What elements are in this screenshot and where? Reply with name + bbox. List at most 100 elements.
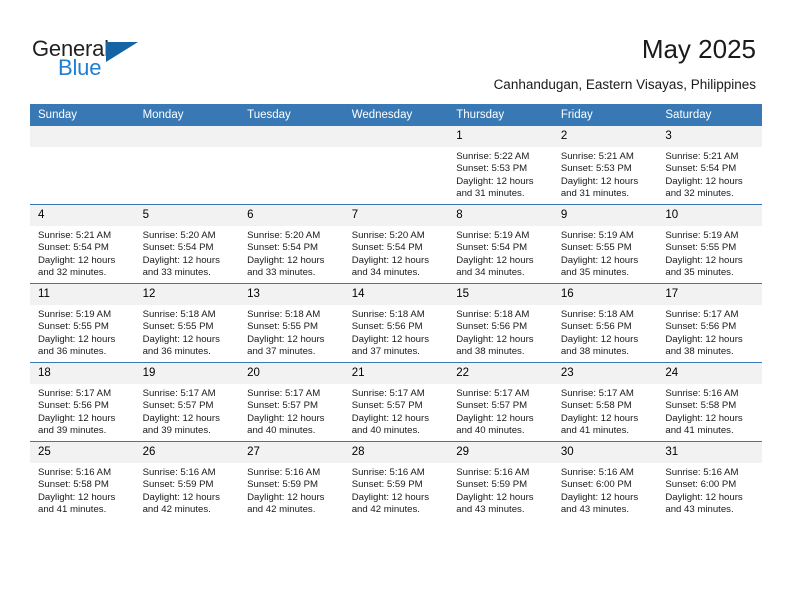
daylight-text: Daylight: 12 hours and 32 minutes. (38, 254, 116, 278)
calendar-day-cell[interactable]: 8 Sunrise: 5:19 AM Sunset: 5:54 PM Daylight… (448, 204, 553, 284)
sunset-text: Sunset: 6:00 PM (665, 479, 737, 491)
sunrise-text: Sunrise: 5:21 AM (38, 230, 112, 241)
daylight-text: Daylight: 12 hours and 35 minutes. (560, 254, 639, 278)
sunrise-text: Sunrise: 5:18 AM (247, 309, 321, 320)
day-number: 17 (657, 284, 762, 305)
sunset-text: Sunset: 5:55 PM (142, 321, 214, 333)
calendar-day-cell[interactable]: 3 Sunrise: 5:21 AM Sunset: 5:54 PM Daylight… (657, 126, 762, 205)
sunset-text: Sunset: 5:59 PM (456, 479, 528, 491)
day-sun-info: Sunrise: 5:19 AM Sunset: 5:55 PM Daylight:… (553, 226, 658, 279)
page-header: General Blue May 2025 Canhandugan, Easte… (0, 0, 792, 100)
calendar-day-cell[interactable]: 1 Sunrise: 5:22 AM Sunset: 5:53 PM Daylight… (448, 126, 553, 205)
calendar-day-cell[interactable]: 17 Sunrise: 5:17 AM Sunset: 5:56 PM Dayligh… (657, 283, 762, 363)
calendar-day-cell[interactable]: 16 Sunrise: 5:18 AM Sunset: 5:56 PM Dayligh… (552, 283, 658, 363)
calendar-day-cell-empty (134, 126, 240, 205)
calendar-day-cell[interactable]: 11 Sunrise: 5:19 AM Sunset: 5:55 PM Dayligh… (30, 283, 135, 363)
calendar-day-cell[interactable]: 15 Sunrise: 5:18 AM Sunset: 5:56 PM Dayligh… (448, 283, 553, 363)
calendar-day-cell[interactable]: 2 Sunrise: 5:21 AM Sunset: 5:53 PM Daylight… (552, 126, 658, 205)
calendar-day-cell[interactable]: 26 Sunrise: 5:16 AM Sunset: 5:59 PM Dayligh… (134, 441, 240, 520)
sunset-text: Sunset: 5:58 PM (38, 479, 109, 491)
calendar-day-cell[interactable]: 5 Sunrise: 5:20 AM Sunset: 5:54 PM Daylight… (134, 204, 240, 284)
calendar-day-cell[interactable]: 29 Sunrise: 5:16 AM Sunset: 5:59 PM Dayligh… (448, 441, 553, 520)
day-number: 14 (343, 284, 449, 305)
sunset-text: Sunset: 5:54 PM (38, 242, 109, 254)
calendar-day-cell[interactable]: 6 Sunrise: 5:20 AM Sunset: 5:54 PM Daylight… (239, 204, 344, 284)
sunset-text: Sunset: 5:56 PM (665, 321, 737, 333)
calendar-day-cell-empty (343, 126, 449, 205)
calendar-day-cell[interactable]: 12 Sunrise: 5:18 AM Sunset: 5:55 PM Dayligh… (134, 283, 240, 363)
sunset-text: Sunset: 5:57 PM (142, 400, 214, 412)
sunset-text: Sunset: 5:53 PM (456, 163, 528, 175)
day-sun-info: Sunrise: 5:21 AM Sunset: 5:53 PM Daylight:… (553, 147, 658, 200)
day-sun-info: Sunrise: 5:22 AM Sunset: 5:53 PM Daylight:… (448, 147, 553, 200)
sunset-text: Sunset: 5:59 PM (247, 479, 319, 491)
day-number: 3 (657, 126, 762, 147)
calendar-day-cell[interactable]: 28 Sunrise: 5:16 AM Sunset: 5:59 PM Dayligh… (343, 441, 449, 520)
day-sun-info: Sunrise: 5:18 AM Sunset: 5:56 PM Daylight:… (553, 305, 658, 358)
calendar-day-cell[interactable]: 13 Sunrise: 5:18 AM Sunset: 5:55 PM Dayligh… (239, 283, 344, 363)
daylight-text: Daylight: 12 hours and 40 minutes. (456, 412, 534, 436)
sunrise-text: Sunrise: 5:20 AM (351, 230, 425, 241)
sunset-text: Sunset: 5:54 PM (456, 242, 528, 254)
day-sun-info: Sunrise: 5:19 AM Sunset: 5:55 PM Daylight:… (657, 226, 762, 279)
daylight-text: Daylight: 12 hours and 39 minutes. (142, 412, 220, 436)
day-number: 13 (239, 284, 344, 305)
day-sun-info: Sunrise: 5:19 AM Sunset: 5:55 PM Daylight:… (30, 305, 135, 358)
sunset-text: Sunset: 5:55 PM (38, 321, 109, 333)
sunset-text: Sunset: 5:56 PM (560, 321, 632, 333)
day-sun-info: Sunrise: 5:16 AM Sunset: 5:59 PM Daylight:… (344, 463, 449, 516)
sunrise-text: Sunrise: 5:16 AM (665, 467, 739, 478)
weekday-header-sunday: Sunday (30, 104, 135, 126)
sunrise-text: Sunrise: 5:17 AM (456, 388, 530, 399)
day-sun-info: Sunrise: 5:16 AM Sunset: 5:58 PM Daylight:… (30, 463, 135, 516)
daylight-text: Daylight: 12 hours and 42 minutes. (247, 491, 325, 515)
day-number: 9 (552, 205, 658, 226)
daylight-text: Daylight: 12 hours and 35 minutes. (665, 254, 743, 278)
sunset-text: Sunset: 5:54 PM (351, 242, 423, 254)
calendar-day-cell[interactable]: 27 Sunrise: 5:16 AM Sunset: 5:59 PM Dayligh… (239, 441, 344, 520)
calendar-day-cell[interactable]: 19 Sunrise: 5:17 AM Sunset: 5:57 PM Dayligh… (134, 362, 240, 442)
day-number: 19 (134, 363, 240, 384)
brand-logo[interactable]: General Blue (32, 36, 152, 82)
day-number: 12 (134, 284, 240, 305)
sunrise-text: Sunrise: 5:19 AM (665, 230, 739, 241)
sunset-text: Sunset: 5:59 PM (351, 479, 423, 491)
day-number: 4 (30, 205, 135, 226)
weekday-header-thursday: Thursday (448, 104, 553, 126)
sunrise-text: Sunrise: 5:22 AM (456, 151, 530, 162)
sunrise-text: Sunrise: 5:16 AM (247, 467, 321, 478)
calendar-day-cell[interactable]: 18 Sunrise: 5:17 AM Sunset: 5:56 PM Dayligh… (30, 362, 135, 442)
calendar-day-cell[interactable]: 21 Sunrise: 5:17 AM Sunset: 5:57 PM Dayligh… (343, 362, 449, 442)
calendar-day-cell[interactable]: 30 Sunrise: 5:16 AM Sunset: 6:00 PM Dayligh… (552, 441, 658, 520)
daylight-text: Daylight: 12 hours and 38 minutes. (560, 333, 639, 357)
calendar-day-cell[interactable]: 7 Sunrise: 5:20 AM Sunset: 5:54 PM Daylight… (343, 204, 449, 284)
calendar-day-cell[interactable]: 20 Sunrise: 5:17 AM Sunset: 5:57 PM Dayligh… (239, 362, 344, 442)
calendar-day-cell[interactable]: 14 Sunrise: 5:18 AM Sunset: 5:56 PM Dayligh… (343, 283, 449, 363)
day-sun-info: Sunrise: 5:19 AM Sunset: 5:54 PM Daylight:… (448, 226, 553, 279)
sunrise-text: Sunrise: 5:16 AM (560, 467, 634, 478)
calendar-day-cell[interactable]: 23 Sunrise: 5:17 AM Sunset: 5:58 PM Dayligh… (552, 362, 658, 442)
daylight-text: Daylight: 12 hours and 42 minutes. (142, 491, 220, 515)
daylight-text: Daylight: 12 hours and 33 minutes. (247, 254, 325, 278)
daylight-text: Daylight: 12 hours and 43 minutes. (456, 491, 534, 515)
calendar-day-cell[interactable]: 9 Sunrise: 5:19 AM Sunset: 5:55 PM Daylight… (552, 204, 658, 284)
calendar-day-cell[interactable]: 4 Sunrise: 5:21 AM Sunset: 5:54 PM Daylight… (30, 204, 135, 284)
day-number (343, 126, 449, 147)
calendar-table: Sunday Monday Tuesday Wednesday Thursday… (30, 104, 762, 520)
calendar-day-cell[interactable]: 10 Sunrise: 5:19 AM Sunset: 5:55 PM Dayligh… (657, 204, 762, 284)
daylight-text: Daylight: 12 hours and 37 minutes. (247, 333, 325, 357)
calendar-day-cell[interactable]: 25 Sunrise: 5:16 AM Sunset: 5:58 PM Dayligh… (30, 441, 135, 520)
calendar-day-cell[interactable]: 24 Sunrise: 5:16 AM Sunset: 5:58 PM Dayligh… (657, 362, 762, 442)
sunset-text: Sunset: 5:55 PM (665, 242, 737, 254)
triangle-logo-icon (106, 42, 138, 62)
weekday-header-tuesday: Tuesday (239, 104, 344, 126)
daylight-text: Daylight: 12 hours and 31 minutes. (456, 175, 534, 199)
calendar-day-cell[interactable]: 31 Sunrise: 5:16 AM Sunset: 6:00 PM Dayligh… (657, 441, 762, 520)
calendar-header-row: Sunday Monday Tuesday Wednesday Thursday… (30, 104, 762, 126)
sunset-text: Sunset: 5:56 PM (456, 321, 528, 333)
daylight-text: Daylight: 12 hours and 40 minutes. (351, 412, 430, 436)
calendar-day-cell[interactable]: 22 Sunrise: 5:17 AM Sunset: 5:57 PM Dayligh… (448, 362, 553, 442)
page-subtitle: Canhandugan, Eastern Visayas, Philippine… (493, 77, 756, 92)
day-sun-info: Sunrise: 5:16 AM Sunset: 5:59 PM Daylight:… (239, 463, 344, 516)
day-number: 24 (657, 363, 762, 384)
